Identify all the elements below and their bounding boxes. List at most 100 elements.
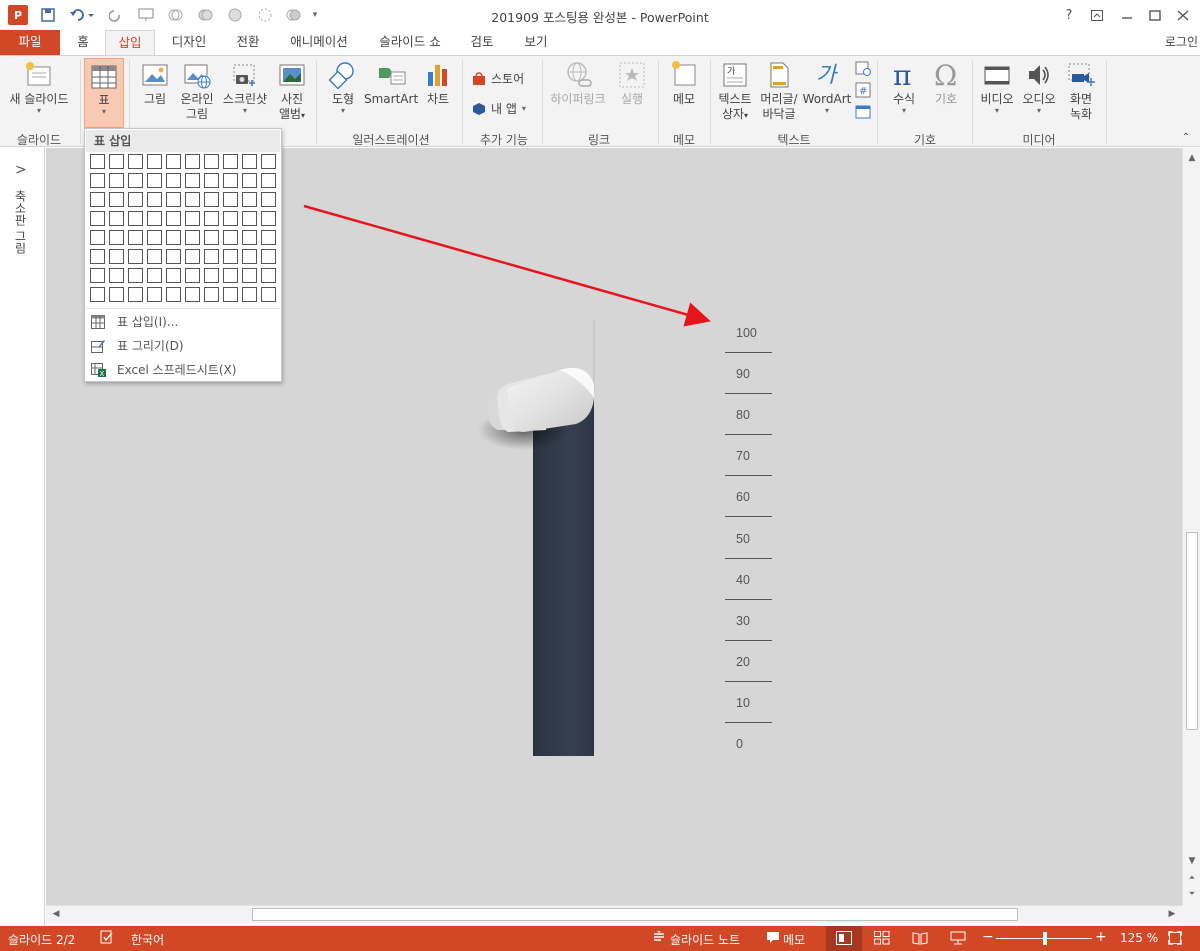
action-button[interactable]: 실행 — [612, 60, 652, 126]
table-grid-cell[interactable] — [166, 268, 181, 283]
table-grid-cell[interactable] — [242, 249, 257, 264]
table-grid-cell[interactable] — [204, 287, 219, 302]
zoom-in-icon[interactable]: + — [1095, 929, 1107, 945]
redo-icon[interactable] — [106, 5, 126, 25]
table-grid-cell[interactable] — [90, 268, 105, 283]
table-grid-cell[interactable] — [261, 268, 276, 283]
picture-button[interactable]: 그림 — [136, 60, 174, 126]
tab-file[interactable]: 파일 — [0, 30, 60, 55]
minimize-icon[interactable] — [1114, 4, 1140, 26]
object-button[interactable] — [853, 104, 873, 122]
table-grid-cell[interactable] — [242, 268, 257, 283]
scroll-up-icon[interactable]: ▲ — [1184, 150, 1200, 166]
next-slide-icon[interactable]: ⏷ — [1184, 886, 1200, 902]
scroll-down-icon[interactable]: ▼ — [1184, 853, 1200, 869]
tab-review[interactable]: 검토 — [462, 30, 502, 55]
table-grid-cell[interactable] — [128, 192, 143, 207]
zoom-out-icon[interactable]: − — [982, 929, 994, 945]
table-grid-cell[interactable] — [242, 287, 257, 302]
table-grid-cell[interactable] — [185, 211, 200, 226]
table-grid-cell[interactable] — [147, 154, 162, 169]
tab-transitions[interactable]: 전환 — [226, 30, 270, 55]
table-grid-cell[interactable] — [109, 192, 124, 207]
table-grid-cell[interactable] — [204, 249, 219, 264]
expand-thumbnails-icon[interactable]: > — [15, 162, 27, 178]
video-button[interactable]: 비디오 ▾ — [976, 60, 1018, 130]
table-grid-cell[interactable] — [261, 287, 276, 302]
draw-table-menu-item[interactable]: 표 그리기(D) — [85, 335, 281, 357]
table-grid-cell[interactable] — [242, 173, 257, 188]
table-grid-cell[interactable] — [242, 230, 257, 245]
normal-view-button[interactable] — [826, 926, 862, 951]
table-grid-cell[interactable] — [147, 211, 162, 226]
table-grid-cell[interactable] — [90, 173, 105, 188]
shape-union-icon[interactable] — [194, 5, 216, 25]
tab-design[interactable]: 디자인 — [163, 30, 215, 55]
customize-toolbar-icon[interactable]: ▾ — [308, 5, 322, 25]
shape-intersect-icon[interactable] — [282, 5, 304, 25]
table-grid-cell[interactable] — [90, 211, 105, 226]
tab-slideshow[interactable]: 슬라이드 쇼 — [370, 30, 450, 55]
table-grid-cell[interactable] — [147, 268, 162, 283]
table-grid-cell[interactable] — [185, 173, 200, 188]
notes-toggle[interactable]: 슬라이드 노트 — [670, 931, 740, 948]
wordart-button[interactable]: 가 WordArt ▾ — [802, 60, 852, 130]
table-grid-cell[interactable] — [204, 192, 219, 207]
table-grid-cell[interactable] — [204, 154, 219, 169]
table-grid-cell[interactable] — [166, 173, 181, 188]
textbox-button[interactable]: 가 텍스트 상자▾ — [714, 60, 756, 130]
table-grid-cell[interactable] — [185, 287, 200, 302]
table-grid-cell[interactable] — [90, 287, 105, 302]
vertical-scrollbar[interactable]: ▲ ▼ ⏶ ⏷ — [1182, 148, 1200, 905]
screenshot-button[interactable]: 스크린샷 ▾ — [219, 60, 271, 126]
tab-animations[interactable]: 애니메이션 — [281, 30, 357, 55]
table-grid-cell[interactable] — [223, 249, 238, 264]
symbol-button[interactable]: Ω 기호 — [926, 60, 966, 130]
table-grid-cell[interactable] — [109, 249, 124, 264]
table-grid-cell[interactable] — [147, 230, 162, 245]
excel-spreadsheet-menu-item[interactable]: X Excel 스프레드시트(X) — [85, 359, 281, 381]
table-grid-cell[interactable] — [223, 173, 238, 188]
zoom-slider-thumb[interactable] — [1043, 932, 1047, 945]
table-grid-cell[interactable] — [128, 154, 143, 169]
slide-number-button[interactable]: # — [853, 82, 873, 100]
collapse-ribbon-icon[interactable]: ⌃ — [1178, 130, 1194, 143]
table-grid-cell[interactable] — [261, 173, 276, 188]
progress-bar[interactable] — [533, 398, 594, 756]
table-grid-cell[interactable] — [109, 230, 124, 245]
table-grid-cell[interactable] — [128, 211, 143, 226]
table-grid-cell[interactable] — [109, 173, 124, 188]
table-grid-cell[interactable] — [223, 287, 238, 302]
tab-home[interactable]: 홈 — [68, 30, 98, 55]
table-grid-cell[interactable] — [90, 230, 105, 245]
table-grid-cell[interactable] — [204, 230, 219, 245]
table-grid-cell[interactable] — [128, 173, 143, 188]
table-grid-cell[interactable] — [242, 192, 257, 207]
new-slide-button[interactable]: 새 슬라이드 ▾ — [4, 60, 74, 126]
shape-fragment-icon[interactable] — [254, 5, 276, 25]
store-button[interactable]: 스토어 — [472, 70, 524, 87]
slideshow-view-icon[interactable] — [950, 931, 966, 948]
table-grid-cell[interactable] — [147, 249, 162, 264]
shape-merge-icon[interactable] — [164, 5, 186, 25]
table-grid-cell[interactable] — [128, 249, 143, 264]
comment-button[interactable]: 메모 — [664, 60, 704, 126]
table-grid-cell[interactable] — [204, 268, 219, 283]
table-grid-cell[interactable] — [223, 192, 238, 207]
equation-button[interactable]: π 수식 ▾ — [882, 60, 926, 130]
table-grid-cell[interactable] — [261, 192, 276, 207]
table-grid-cell[interactable] — [90, 154, 105, 169]
scroll-left-icon[interactable]: ◀ — [48, 906, 64, 922]
sign-in-link[interactable]: 로그인 — [1165, 33, 1198, 50]
zoom-level[interactable]: 125 % — [1120, 931, 1158, 945]
previous-slide-icon[interactable]: ⏶ — [1184, 870, 1200, 886]
red-arrow[interactable] — [303, 204, 711, 327]
table-grid-cell[interactable] — [242, 154, 257, 169]
table-grid-cell[interactable] — [185, 249, 200, 264]
scroll-right-icon[interactable]: ▶ — [1164, 906, 1180, 922]
table-grid-cell[interactable] — [261, 249, 276, 264]
table-grid-cell[interactable] — [261, 154, 276, 169]
table-grid-cell[interactable] — [204, 173, 219, 188]
shape-combine-icon[interactable] — [224, 5, 246, 25]
table-grid-cell[interactable] — [261, 211, 276, 226]
